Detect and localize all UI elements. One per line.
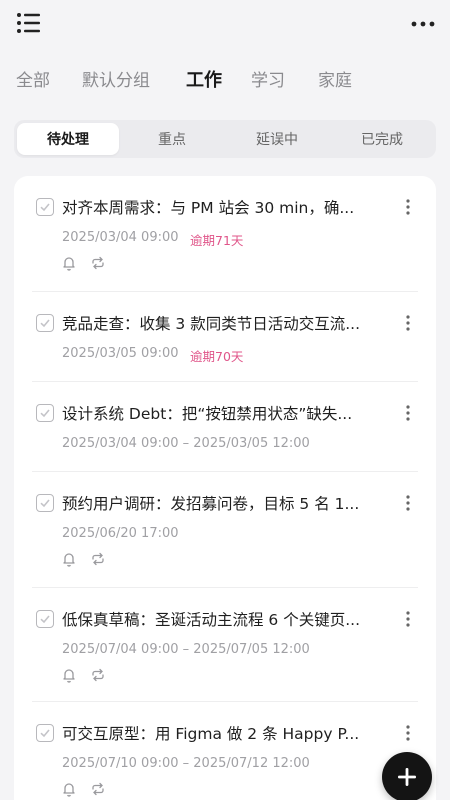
task-time: 2025/07/10 09:00 – 2025/07/12 12:00	[62, 756, 310, 771]
top-bar	[0, 0, 450, 48]
task-checkbox[interactable]	[36, 724, 54, 742]
kebab-menu-icon[interactable]	[404, 610, 412, 628]
kebab-menu-icon[interactable]	[404, 198, 412, 216]
task-item[interactable]: 低保真草稿：圣诞活动主流程 6 个关键页... 2025/07/04 09:00…	[14, 588, 436, 702]
task-meta-icons	[60, 550, 113, 568]
task-title[interactable]: 竞品走查：收集 3 款同类节日活动交互流...	[62, 312, 388, 334]
more-horizontal-icon[interactable]	[410, 16, 436, 30]
list-menu-icon[interactable]	[16, 12, 42, 34]
group-tab-work[interactable]: 工作	[186, 66, 222, 92]
add-task-button[interactable]	[382, 752, 432, 800]
filter-completed[interactable]: 已完成	[331, 123, 433, 155]
bell-icon	[60, 666, 78, 684]
kebab-menu-icon[interactable]	[404, 314, 412, 332]
task-checkbox[interactable]	[36, 314, 54, 332]
overdue-badge: 逾期71天	[190, 233, 244, 248]
bell-icon	[60, 780, 78, 798]
task-item[interactable]: 对齐本周需求：与 PM 站会 30 min，确... 2025/03/04 09…	[14, 176, 436, 292]
task-time: 2025/03/05 09:00	[62, 346, 179, 361]
task-time: 2025/06/20 17:00	[62, 526, 179, 541]
task-title[interactable]: 对齐本周需求：与 PM 站会 30 min，确...	[62, 196, 388, 218]
task-title[interactable]: 低保真草稿：圣诞活动主流程 6 个关键页...	[62, 608, 388, 630]
repeat-icon	[89, 550, 107, 568]
task-checkbox[interactable]	[36, 610, 54, 628]
bell-icon	[60, 254, 78, 272]
group-tab-default[interactable]: 默认分组	[82, 66, 150, 91]
filter-delayed[interactable]: 延误中	[226, 123, 328, 155]
group-tabs: 全部 默认分组 工作 学习 家庭	[0, 66, 450, 94]
task-checkbox[interactable]	[36, 494, 54, 512]
task-title[interactable]: 设计系统 Debt：把“按钮禁用状态”缺失...	[62, 402, 388, 424]
task-time: 2025/03/04 09:00 – 2025/03/05 12:00	[62, 436, 310, 451]
repeat-icon	[89, 780, 107, 798]
filter-important[interactable]: 重点	[121, 123, 223, 155]
task-title[interactable]: 可交互原型：用 Figma 做 2 条 Happy P...	[62, 722, 388, 744]
group-tab-study[interactable]: 学习	[251, 66, 285, 91]
task-meta-icons	[60, 254, 113, 272]
bell-icon	[60, 550, 78, 568]
task-item[interactable]: 可交互原型：用 Figma 做 2 条 Happy P... 2025/07/1…	[14, 702, 436, 800]
task-list: 对齐本周需求：与 PM 站会 30 min，确... 2025/03/04 09…	[14, 176, 436, 800]
group-tab-all[interactable]: 全部	[16, 66, 50, 91]
status-filter: 待处理 重点 延误中 已完成	[14, 120, 436, 158]
task-checkbox[interactable]	[36, 198, 54, 216]
kebab-menu-icon[interactable]	[404, 724, 412, 742]
repeat-icon	[89, 254, 107, 272]
task-meta-icons	[60, 780, 113, 798]
task-time: 2025/03/04 09:00	[62, 230, 179, 245]
group-tab-family[interactable]: 家庭	[318, 66, 352, 91]
overdue-badge: 逾期70天	[190, 349, 244, 364]
task-item[interactable]: 预约用户调研：发招募问卷，目标 5 名 1... 2025/06/20 17:0…	[14, 472, 436, 588]
kebab-menu-icon[interactable]	[404, 404, 412, 422]
task-checkbox[interactable]	[36, 404, 54, 422]
task-item[interactable]: 设计系统 Debt：把“按钮禁用状态”缺失... 2025/03/04 09:0…	[14, 382, 436, 472]
task-meta-icons	[60, 666, 113, 684]
repeat-icon	[89, 666, 107, 684]
filter-pending[interactable]: 待处理	[17, 123, 119, 155]
task-item[interactable]: 竞品走查：收集 3 款同类节日活动交互流... 2025/03/05 09:00…	[14, 292, 436, 382]
kebab-menu-icon[interactable]	[404, 494, 412, 512]
task-title[interactable]: 预约用户调研：发招募问卷，目标 5 名 1...	[62, 492, 388, 514]
plus-icon	[398, 768, 416, 786]
task-time: 2025/07/04 09:00 – 2025/07/05 12:00	[62, 642, 310, 657]
